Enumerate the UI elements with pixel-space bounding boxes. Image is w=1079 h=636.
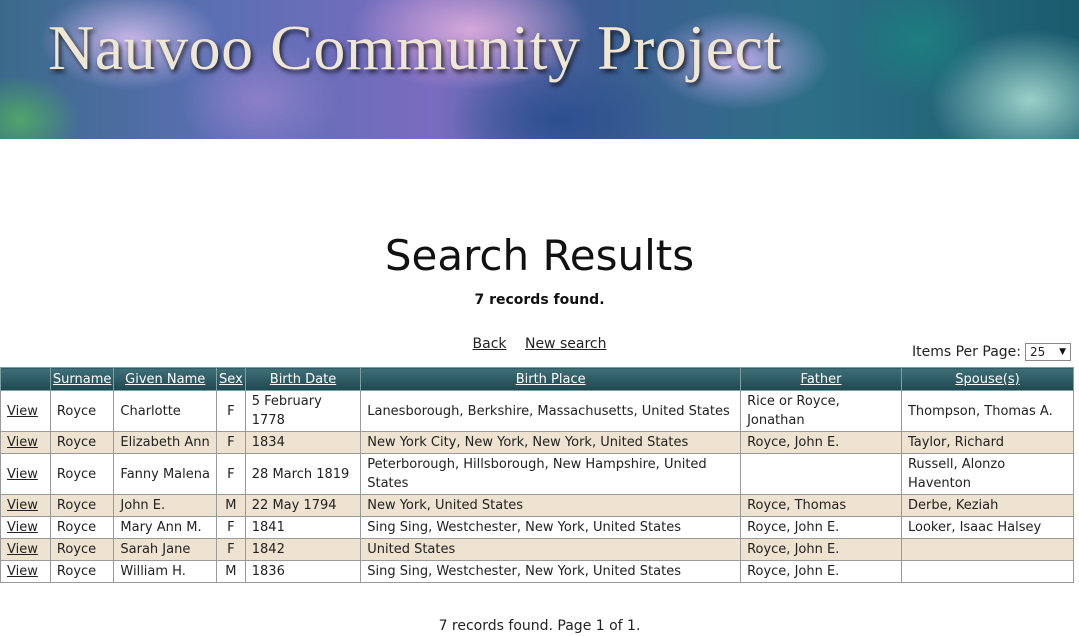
- birth-place-cell: Peterborough, Hillsborough, New Hampshir…: [360, 453, 742, 495]
- view-link[interactable]: View: [7, 520, 38, 535]
- spouse-cell: Derbe, Keziah: [900, 494, 1075, 517]
- surname-cell: Royce: [49, 560, 115, 583]
- surname-cell: Royce: [49, 516, 115, 539]
- birth-date-cell: 1836: [244, 560, 362, 583]
- sex-cell: F: [216, 538, 246, 561]
- birth-date-cell: 5 February 1778: [244, 390, 362, 432]
- surname-cell: Royce: [49, 453, 115, 495]
- table-row: View Royce Mary Ann M. F 1841 Sing Sing,…: [0, 516, 1075, 539]
- spouse-cell: Taylor, Richard: [900, 431, 1075, 454]
- table-row: View Royce John E. M 22 May 1794 New Yor…: [0, 494, 1075, 517]
- birth-place-cell: United States: [360, 538, 742, 561]
- birth-place-cell: Sing Sing, Westchester, New York, United…: [360, 516, 742, 539]
- sex-cell: F: [216, 431, 246, 454]
- father-cell: Royce, John E.: [740, 538, 902, 561]
- back-link[interactable]: Back: [473, 336, 507, 352]
- sex-cell: M: [216, 560, 246, 583]
- given-name-cell: Mary Ann M.: [113, 516, 218, 539]
- sex-cell: M: [216, 494, 246, 517]
- table-header-row: Surname Given Name Sex Birth Date Birth …: [0, 367, 1075, 391]
- father-cell: Royce, John E.: [740, 431, 902, 454]
- items-per-page-select[interactable]: 25 ▼: [1025, 343, 1071, 361]
- spouse-cell: [900, 538, 1075, 561]
- table-row: View Royce William H. M 1836 Sing Sing, …: [0, 560, 1075, 583]
- surname-cell: Royce: [49, 390, 115, 432]
- given-name-cell: Sarah Jane: [113, 538, 218, 561]
- surname-cell: Royce: [49, 431, 115, 454]
- birth-date-cell: 28 March 1819: [244, 453, 362, 495]
- items-per-page-label: Items Per Page:: [912, 344, 1021, 360]
- father-cell: Royce, John E.: [740, 516, 902, 539]
- view-link[interactable]: View: [7, 404, 38, 419]
- column-header-spouses[interactable]: Spouse(s): [900, 367, 1075, 391]
- view-link[interactable]: View: [7, 498, 38, 513]
- birth-place-cell: New York, United States: [360, 494, 742, 517]
- sex-cell: F: [216, 516, 246, 539]
- results-table: Surname Given Name Sex Birth Date Birth …: [0, 367, 1075, 583]
- column-header-birth-date[interactable]: Birth Date: [244, 367, 362, 391]
- father-cell: Royce, John E.: [740, 560, 902, 583]
- spouse-cell: [900, 560, 1075, 583]
- view-link[interactable]: View: [7, 467, 38, 482]
- view-link[interactable]: View: [7, 564, 38, 579]
- table-row: View Royce Fanny Malena F 28 March 1819 …: [0, 453, 1075, 495]
- page-title: Search Results: [384, 231, 695, 280]
- birth-date-cell: 1834: [244, 431, 362, 454]
- birth-date-cell: 1842: [244, 538, 362, 561]
- items-per-page-value: 25: [1030, 345, 1046, 359]
- spouse-cell: Thompson, Thomas A.: [900, 390, 1075, 432]
- view-link[interactable]: View: [7, 435, 38, 450]
- given-name-cell: John E.: [113, 494, 218, 517]
- birth-place-cell: New York City, New York, New York, Unite…: [360, 431, 742, 454]
- birth-date-cell: 22 May 1794: [244, 494, 362, 517]
- sex-cell: F: [216, 390, 246, 432]
- surname-cell: Royce: [49, 494, 115, 517]
- given-name-cell: Charlotte: [113, 390, 218, 432]
- sex-cell: F: [216, 453, 246, 495]
- given-name-cell: Fanny Malena: [113, 453, 218, 495]
- spouse-cell: Looker, Isaac Halsey: [900, 516, 1075, 539]
- chevron-down-icon: ▼: [1059, 347, 1066, 357]
- view-link[interactable]: View: [7, 542, 38, 557]
- given-name-cell: Elizabeth Ann: [113, 431, 218, 454]
- birth-date-cell: 1841: [244, 516, 362, 539]
- surname-cell: Royce: [49, 538, 115, 561]
- given-name-cell: William H.: [113, 560, 218, 583]
- items-per-page-control: Items Per Page: 25 ▼: [912, 342, 1071, 362]
- father-cell: Royce, Thomas: [740, 494, 902, 517]
- column-header-birth-place[interactable]: Birth Place: [360, 367, 742, 391]
- column-header-given-name[interactable]: Given Name: [113, 367, 218, 391]
- column-header-surname[interactable]: Surname: [49, 367, 115, 391]
- records-found-count: 7 records found.: [474, 292, 605, 308]
- father-cell: [740, 453, 902, 495]
- birth-place-cell: Lanesborough, Berkshire, Massachusetts, …: [360, 390, 742, 432]
- father-cell: Rice or Royce, Jonathan: [740, 390, 902, 432]
- site-title: Nauvoo Community Project: [48, 12, 782, 83]
- site-banner: Nauvoo Community Project: [0, 0, 1079, 139]
- column-header-view: [0, 367, 51, 391]
- column-header-sex[interactable]: Sex: [216, 367, 246, 391]
- birth-place-cell: Sing Sing, Westchester, New York, United…: [360, 560, 742, 583]
- new-search-link[interactable]: New search: [525, 336, 607, 352]
- table-row: View Royce Sarah Jane F 1842 United Stat…: [0, 538, 1075, 561]
- table-row: View Royce Elizabeth Ann F 1834 New York…: [0, 431, 1075, 454]
- spouse-cell: Russell, Alonzo Haventon: [900, 453, 1075, 495]
- pagination-summary: 7 records found. Page 1 of 1.: [438, 618, 641, 634]
- table-row: View Royce Charlotte F 5 February 1778 L…: [0, 390, 1075, 432]
- column-header-father[interactable]: Father: [740, 367, 902, 391]
